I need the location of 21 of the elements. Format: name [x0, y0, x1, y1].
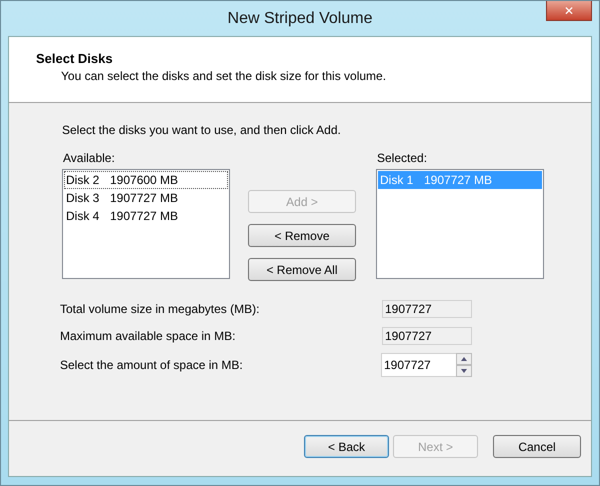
- disk-item[interactable]: Disk 4 1907727 MB: [64, 207, 228, 225]
- page-title: Select Disks: [36, 51, 114, 66]
- page-subtitle: You can select the disks and set the disk size for this volume.: [61, 69, 388, 83]
- spinner-arrows[interactable]: [456, 353, 472, 377]
- cancel-button[interactable]: Cancel: [493, 435, 581, 458]
- selected-label: Selected:: [377, 151, 428, 165]
- field-label: Select the amount of space in MB:: [60, 358, 243, 372]
- back-button[interactable]: < Back: [304, 435, 389, 458]
- instruction-text: Select the disks you want to use, and then click Add.: [62, 123, 342, 137]
- remove-all-button[interactable]: < Remove All: [248, 258, 356, 281]
- readonly-field: 1907727: [382, 300, 472, 318]
- remove-button[interactable]: < Remove: [248, 224, 356, 247]
- available-listbox[interactable]: Disk 2 1907600 MB Disk 3 1907727 MB Disk 4 1907727 MB: [62, 169, 230, 279]
- field-label: Total volume size in megabytes (MB):: [60, 302, 260, 316]
- disk-item[interactable]: Disk 3 1907727 MB: [64, 189, 228, 207]
- field-label: Maximum available space in MB:: [60, 329, 236, 343]
- available-label: Available:: [63, 151, 116, 165]
- amount-input[interactable]: 1907727: [381, 353, 456, 377]
- readonly-field: 1907727: [382, 327, 472, 345]
- disk-item[interactable]: Disk 2 1907600 MB: [64, 171, 228, 189]
- window-title: New Striped Volume: [228, 10, 372, 28]
